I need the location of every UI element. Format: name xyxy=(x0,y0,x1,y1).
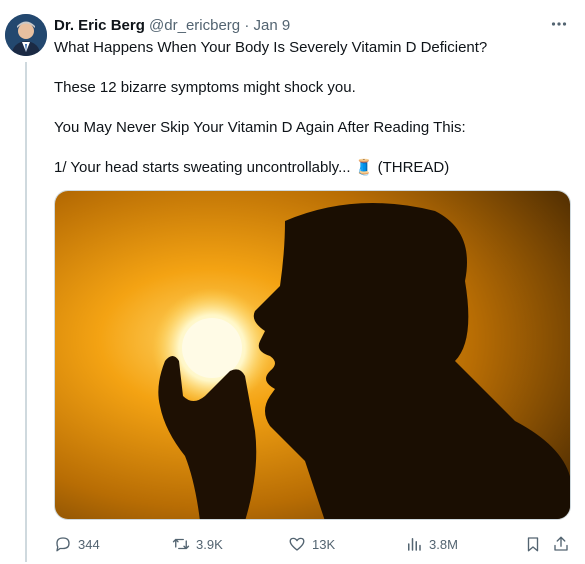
tweet-text-line-2: These 12 bizarre symptoms might shock yo… xyxy=(54,79,356,96)
tweet-text-line-4: 1/ Your head starts sweating uncontrolla… xyxy=(54,159,450,176)
repost-count: 3.9K xyxy=(196,536,223,552)
author-handle[interactable]: @dr_ericberg xyxy=(149,17,240,34)
action-bar: 344 3.9K 13K 3.8M xyxy=(54,532,574,556)
share-icon xyxy=(554,536,568,551)
more-icon xyxy=(551,22,567,26)
reply-count: 344 xyxy=(78,536,100,552)
heart-icon xyxy=(289,537,305,551)
bookmark-button[interactable] xyxy=(524,532,542,556)
tweet-image[interactable] xyxy=(54,190,571,520)
thread-connector-line xyxy=(25,62,27,562)
avatar[interactable] xyxy=(5,14,47,56)
tweet-text-line-3: You May Never Skip Your Vitamin D Again … xyxy=(54,119,466,136)
author-name[interactable]: Dr. Eric Berg xyxy=(54,17,145,34)
repost-button[interactable]: 3.9K xyxy=(172,532,223,556)
views-count: 3.8M xyxy=(429,536,458,552)
repost-icon xyxy=(172,538,190,550)
views-icon xyxy=(408,538,421,551)
tweet-date[interactable]: Jan 9 xyxy=(254,17,291,34)
bookmark-icon xyxy=(527,537,539,552)
reply-icon xyxy=(56,537,70,552)
separator-dot: · xyxy=(244,17,250,34)
tweet-text-line-1: What Happens When Your Body Is Severely … xyxy=(54,39,488,56)
more-button[interactable] xyxy=(547,12,571,36)
share-button[interactable] xyxy=(552,532,570,556)
tweet-header: Dr. Eric Berg @dr_ericberg · Jan 9 xyxy=(54,16,290,36)
views-button[interactable]: 3.8M xyxy=(405,532,458,556)
like-count: 13K xyxy=(312,536,336,552)
reply-button[interactable]: 344 xyxy=(54,532,100,556)
like-button[interactable]: 13K xyxy=(288,532,335,556)
